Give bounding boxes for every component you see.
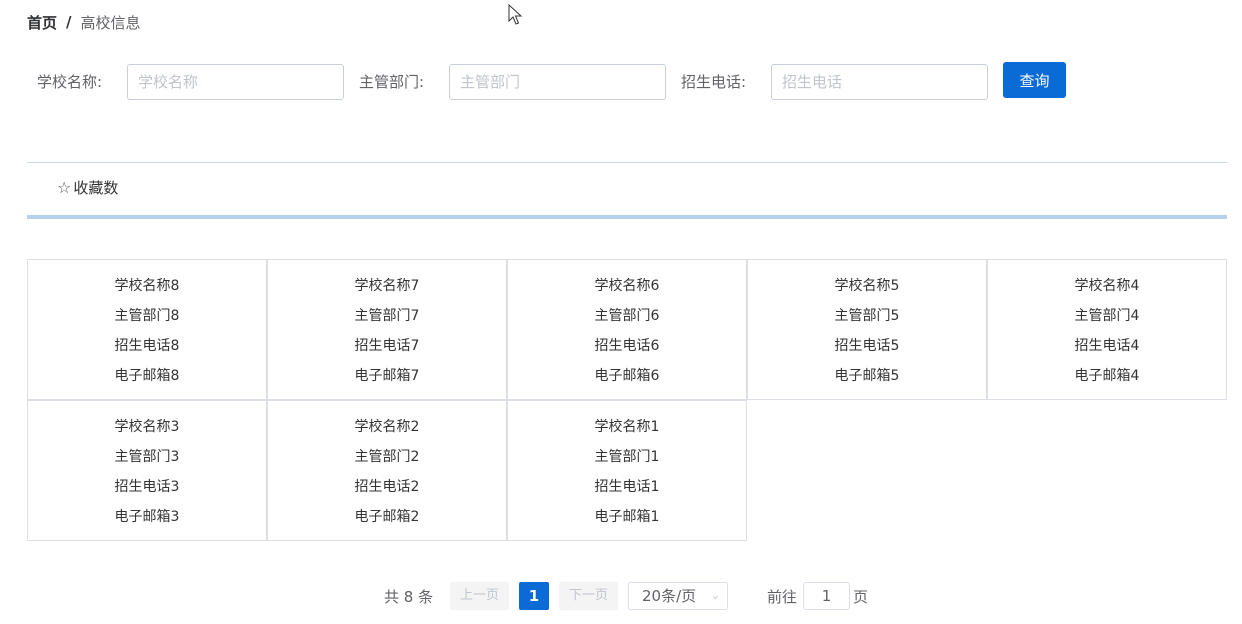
school-email: 电子邮箱3: [114, 509, 180, 525]
school-name: 学校名称4: [1074, 278, 1140, 294]
school-phone: 招生电话3: [114, 479, 180, 495]
school-department: 主管部门6: [594, 308, 660, 324]
school-name: 学校名称6: [594, 278, 660, 294]
school-department: 主管部门4: [1074, 308, 1140, 324]
school-email: 电子邮箱7: [354, 368, 420, 384]
chevron-down-icon: ⌄: [710, 589, 720, 602]
search-form: 学校名称: 主管部门: 招生电话: 查询: [0, 62, 1242, 100]
tab-favorites[interactable]: ☆ 收藏数: [57, 177, 118, 198]
school-card[interactable]: 学校名称6 主管部门6 招生电话6 电子邮箱6: [507, 259, 747, 400]
phone-input[interactable]: [771, 64, 988, 100]
pagination-total: 共 8 条: [384, 588, 434, 606]
school-name-label: 学校名称:: [37, 73, 103, 91]
breadcrumb-separator: /: [66, 13, 72, 31]
department-input[interactable]: [449, 64, 666, 100]
next-page-button[interactable]: 下一页: [559, 582, 618, 610]
school-name-input[interactable]: [127, 64, 344, 100]
goto-suffix: 页: [853, 588, 869, 606]
school-email: 电子邮箱2: [354, 509, 420, 525]
school-phone: 招生电话5: [834, 338, 900, 354]
school-email: 电子邮箱8: [114, 368, 180, 384]
school-card[interactable]: 学校名称1 主管部门1 招生电话1 电子邮箱1: [507, 400, 747, 541]
goto-label: 前往: [767, 588, 798, 606]
star-icon: ☆: [57, 178, 72, 197]
school-name: 学校名称3: [114, 419, 180, 435]
school-card[interactable]: 学校名称2 主管部门2 招生电话2 电子邮箱2: [267, 400, 507, 541]
school-department: 主管部门1: [594, 449, 660, 465]
school-phone: 招生电话1: [594, 479, 660, 495]
school-name: 学校名称2: [354, 419, 420, 435]
school-department: 主管部门2: [354, 449, 420, 465]
breadcrumb-home[interactable]: 首页: [27, 12, 57, 33]
breadcrumb: 首页 / 高校信息: [27, 12, 141, 32]
phone-label: 招生电话:: [681, 73, 747, 91]
school-card[interactable]: 学校名称4 主管部门4 招生电话4 电子邮箱4: [987, 259, 1227, 400]
school-phone: 招生电话6: [594, 338, 660, 354]
school-name: 学校名称8: [114, 278, 180, 294]
school-name: 学校名称7: [354, 278, 420, 294]
school-phone: 招生电话8: [114, 338, 180, 354]
query-button[interactable]: 查询: [1003, 62, 1066, 98]
school-card[interactable]: 学校名称8 主管部门8 招生电话8 电子邮箱8: [27, 259, 267, 400]
school-card[interactable]: 学校名称3 主管部门3 招生电话3 电子邮箱3: [27, 400, 267, 541]
school-name: 学校名称1: [594, 419, 660, 435]
school-email: 电子邮箱4: [1074, 368, 1140, 384]
sort-tab-bar: ☆ 收藏数: [27, 162, 1227, 219]
school-phone: 招生电话7: [354, 338, 420, 354]
school-department: 主管部门7: [354, 308, 420, 324]
school-email: 电子邮箱6: [594, 368, 660, 384]
goto-page-input[interactable]: [803, 582, 850, 610]
tab-favorites-label: 收藏数: [73, 179, 119, 197]
prev-page-button[interactable]: 上一页: [450, 582, 509, 610]
department-label: 主管部门:: [359, 73, 425, 91]
page-size-value: 20条/页: [642, 587, 697, 605]
school-phone: 招生电话4: [1074, 338, 1140, 354]
school-department: 主管部门3: [114, 449, 180, 465]
pagination: 共 8 条 上一页 1 下一页 20条/页 ⌄ 前往 页: [0, 582, 1242, 610]
school-card[interactable]: 学校名称7 主管部门7 招生电话7 电子邮箱7: [267, 259, 507, 400]
page-size-select[interactable]: 20条/页 ⌄: [628, 582, 728, 610]
school-email: 电子邮箱1: [594, 509, 660, 525]
mouse-cursor-icon: [508, 4, 523, 25]
school-phone: 招生电话2: [354, 479, 420, 495]
school-card[interactable]: 学校名称5 主管部门5 招生电话5 电子邮箱5: [747, 259, 987, 400]
school-department: 主管部门5: [834, 308, 900, 324]
breadcrumb-current: 高校信息: [80, 13, 141, 32]
school-department: 主管部门8: [114, 308, 180, 324]
page-number-1[interactable]: 1: [519, 582, 549, 610]
school-email: 电子邮箱5: [834, 368, 900, 384]
school-name: 学校名称5: [834, 278, 900, 294]
